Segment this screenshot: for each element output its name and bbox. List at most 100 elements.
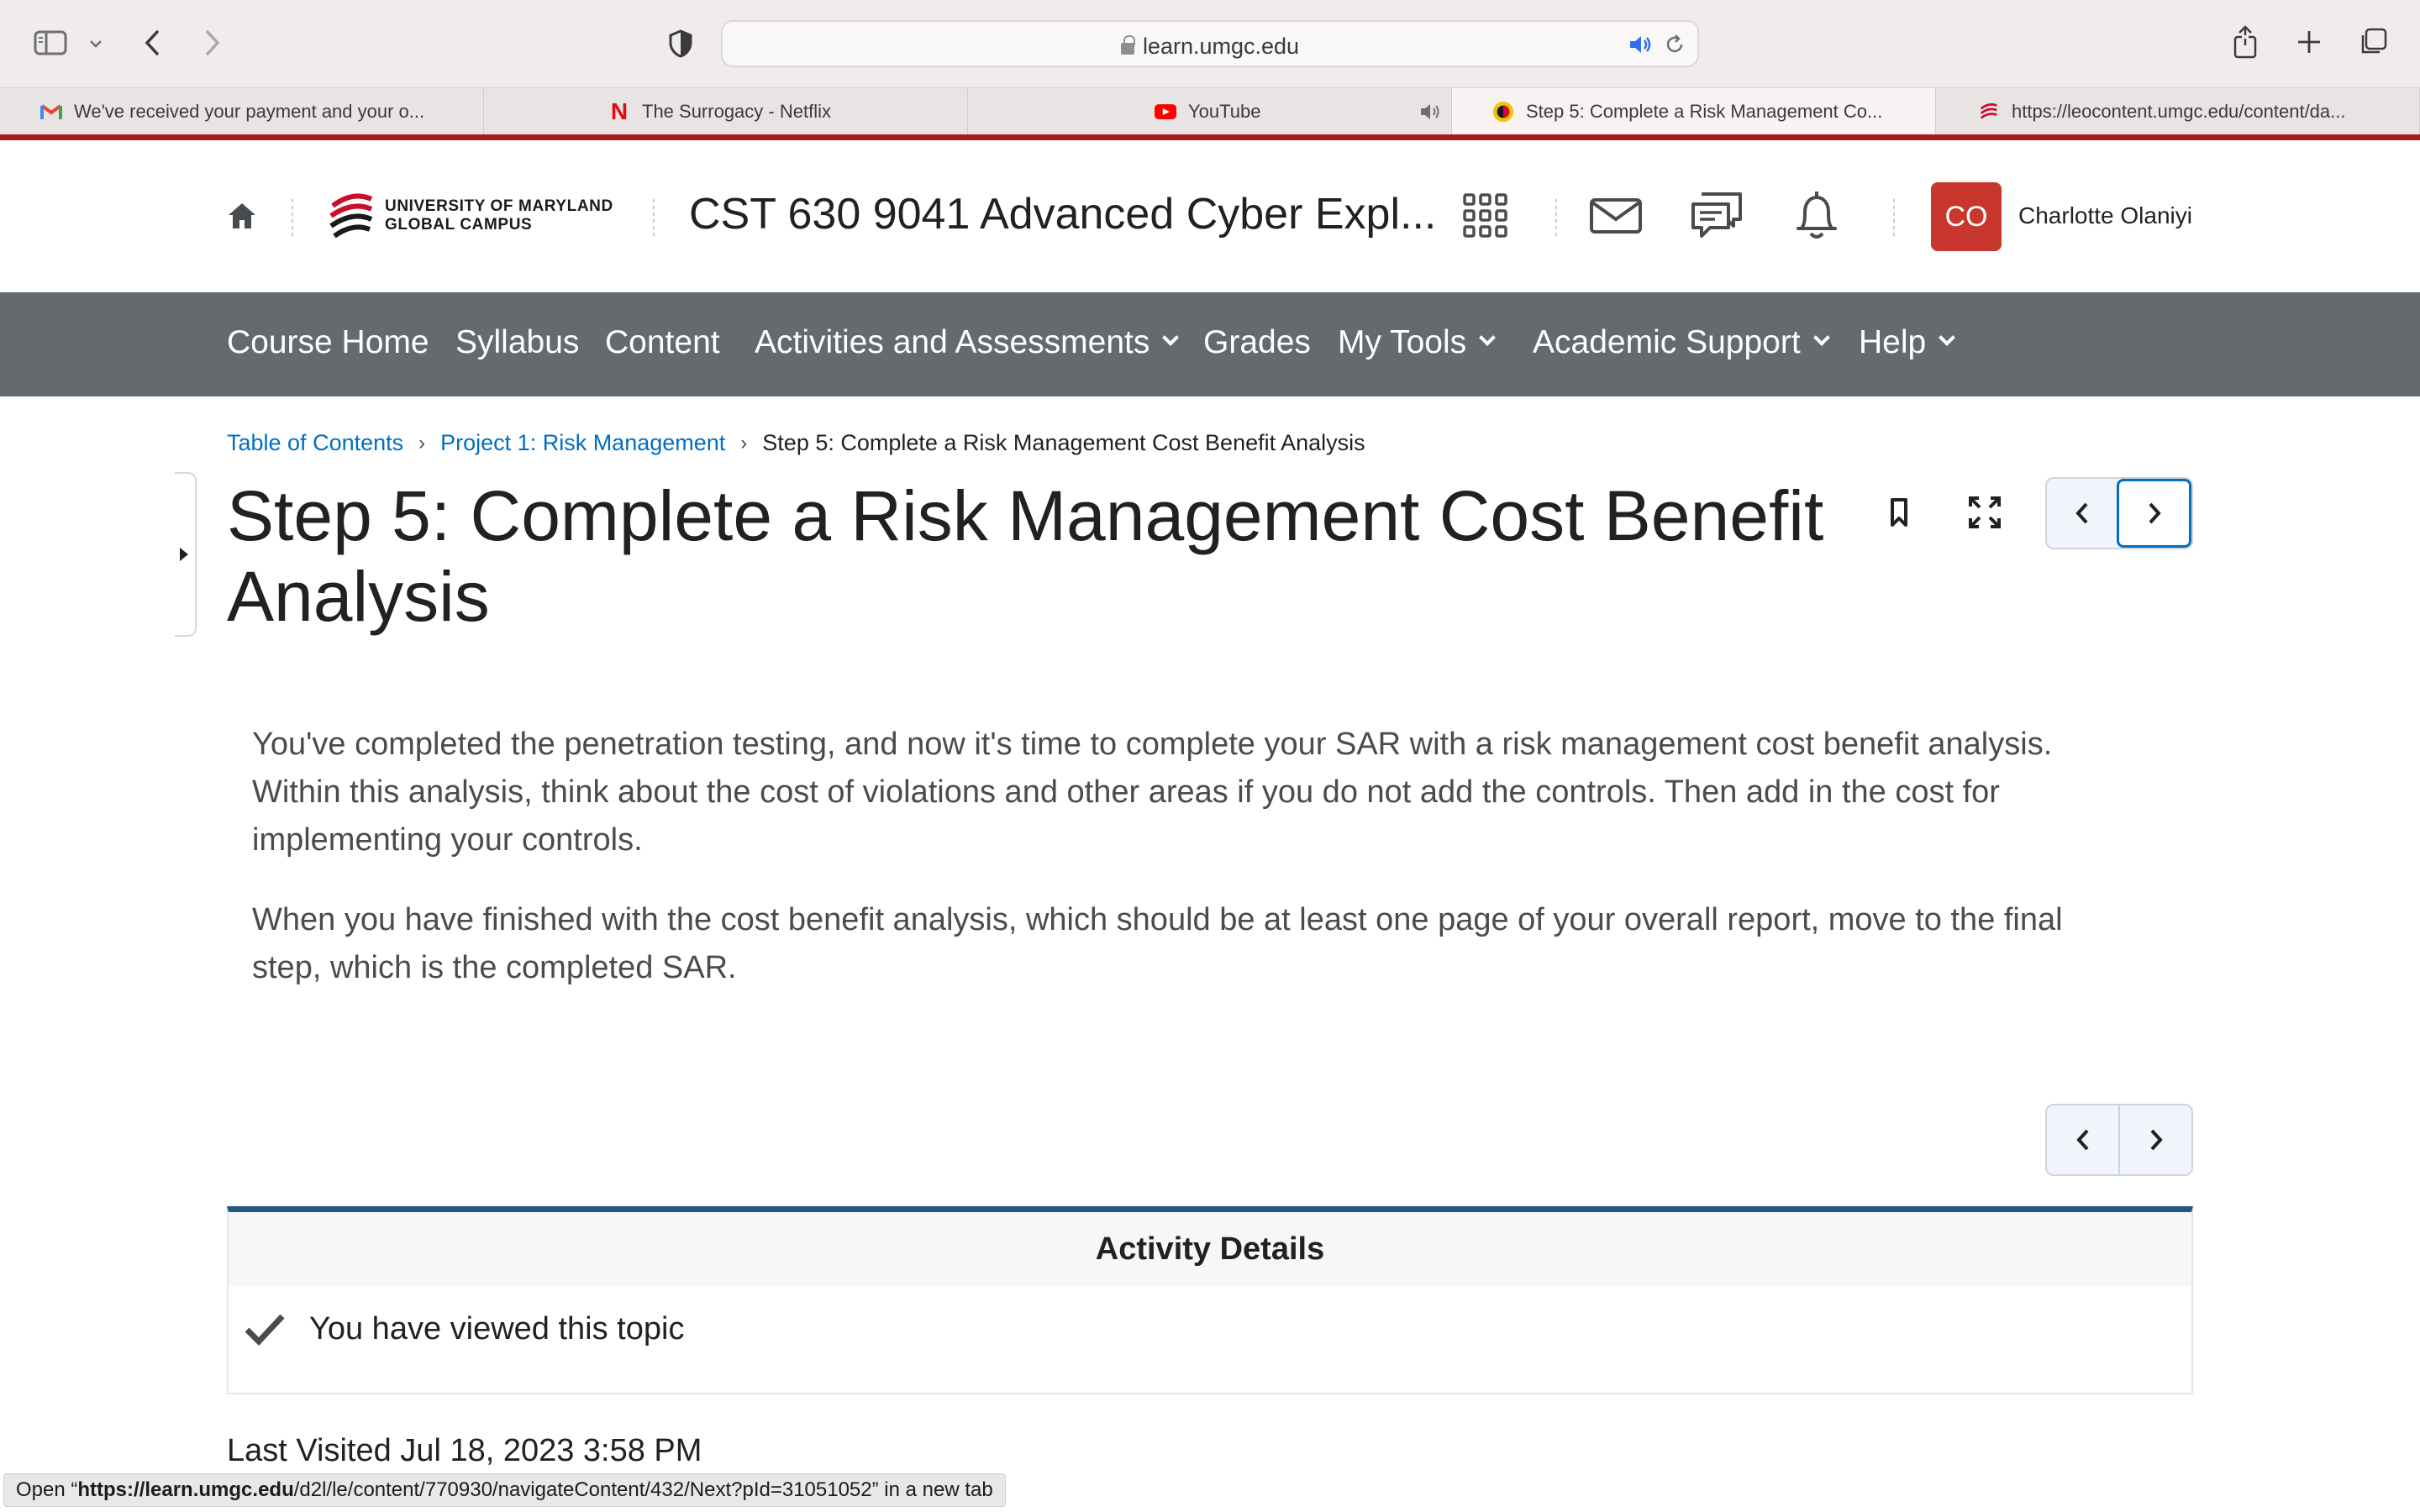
fullscreen-icon[interactable] — [1966, 494, 2003, 531]
tab-label: Step 5: Complete a Risk Management Co... — [1526, 101, 1883, 122]
tab-audio-icon[interactable] — [1418, 102, 1442, 127]
viewed-status: You have viewed this topic — [244, 1311, 684, 1347]
new-tab-icon[interactable] — [2294, 27, 2324, 57]
nav-label: My Tools — [1338, 324, 1467, 360]
tab-leocontent[interactable]: https://leocontent.umgc.edu/content/da..… — [1936, 88, 2420, 135]
topic-pager-top — [2045, 477, 2193, 549]
nav-syllabus[interactable]: Syllabus — [455, 324, 579, 361]
viewed-status-text: You have viewed this topic — [309, 1311, 685, 1347]
address-bar[interactable]: learn.umgc.edu — [721, 20, 1699, 67]
nav-course-home[interactable]: Course Home — [227, 324, 429, 361]
status-prefix: Open “ — [16, 1478, 78, 1501]
bookmark-icon[interactable] — [1882, 494, 1916, 531]
nav-label: Grades — [1203, 324, 1311, 360]
chevron-down-icon[interactable] — [86, 34, 106, 54]
nav-label: Academic Support — [1533, 324, 1801, 360]
status-suffix: in a new tab — [878, 1478, 993, 1501]
logo-line-2: GLOBAL CAMPUS — [385, 216, 533, 234]
topic-pager-bottom — [2045, 1104, 2193, 1176]
chevron-right-icon — [2149, 502, 2161, 524]
chat-icon[interactable] — [1689, 189, 1744, 243]
chevron-right-icon — [2150, 1129, 2163, 1151]
divider — [291, 197, 294, 238]
nav-label: Activities and Assessments — [755, 324, 1150, 360]
site-header: UNIVERSITY OF MARYLAND GLOBAL CAMPUS CST… — [0, 140, 2420, 292]
nav-academic-support[interactable]: Academic Support — [1533, 324, 1830, 361]
tab-overview-icon[interactable] — [2356, 25, 2390, 59]
nav-label: Content — [605, 324, 720, 360]
notification-bell-icon[interactable] — [1791, 187, 1842, 243]
course-selector-grid-icon[interactable] — [1460, 191, 1511, 241]
activity-details-heading: Activity Details — [229, 1212, 2191, 1286]
previous-topic-button[interactable] — [2047, 479, 2117, 548]
divider — [1892, 197, 1896, 238]
sidebar-toggle-icon[interactable] — [32, 29, 69, 57]
nav-my-tools[interactable]: My Tools — [1338, 324, 1497, 361]
course-navbar: Course Home Syllabus Content Activities … — [0, 292, 2420, 396]
course-title[interactable]: CST 630 9041 Advanced Cyber Expl... — [689, 189, 1436, 239]
mail-icon[interactable] — [1588, 194, 1644, 238]
breadcrumb: Table of Contents › Project 1: Risk Mana… — [227, 430, 1365, 456]
topic-body: You've completed the penetration testing… — [252, 721, 2126, 1024]
user-name[interactable]: Charlotte Olaniyi — [2018, 202, 2192, 229]
tab-label: We've received your payment and your o..… — [74, 101, 425, 122]
checkmark-icon — [245, 1314, 285, 1346]
nav-label: Course Home — [227, 324, 429, 360]
share-icon[interactable] — [2230, 24, 2260, 60]
forward-icon[interactable] — [198, 25, 227, 60]
umgc-logo-text[interactable]: UNIVERSITY OF MARYLAND GLOBAL CAMPUS — [385, 197, 613, 234]
nav-grades[interactable]: Grades — [1203, 324, 1311, 361]
breadcrumb-current: Step 5: Complete a Risk Management Cost … — [762, 430, 1365, 455]
next-topic-button[interactable] — [2117, 479, 2191, 548]
topic-paragraph: You've completed the penetration testing… — [252, 727, 2053, 858]
back-icon[interactable] — [138, 25, 166, 60]
next-topic-button[interactable] — [2118, 1105, 2191, 1174]
reload-icon[interactable] — [1662, 32, 1687, 57]
chevron-down-icon — [1812, 329, 1830, 346]
umgc-icon — [1492, 101, 1514, 123]
tab-youtube[interactable]: YouTube — [968, 88, 1452, 135]
toc-panel-toggle[interactable] — [175, 472, 197, 637]
nav-label: Syllabus — [455, 324, 580, 360]
address-url: learn.umgc.edu — [1142, 34, 1300, 59]
speaker-icon[interactable] — [1627, 32, 1654, 57]
breadcrumb-project-1[interactable]: Project 1: Risk Management — [440, 430, 725, 456]
youtube-icon — [1155, 101, 1176, 123]
tab-bar: We've received your payment and your o..… — [0, 87, 2420, 135]
page-title: Step 5: Complete a Risk Management Cost … — [227, 476, 1824, 636]
lock-icon — [1120, 35, 1135, 55]
link-status-bar: Open “https://learn.umgc.edu/d2l/le/cont… — [3, 1473, 1006, 1507]
breadcrumb-separator-icon: › — [418, 431, 426, 454]
activity-details: Activity Details You have viewed this to… — [227, 1206, 2193, 1394]
nav-label: Help — [1859, 324, 1927, 360]
logo-line-1: UNIVERSITY OF MARYLAND — [385, 197, 613, 215]
avatar[interactable]: CO — [1931, 182, 2002, 251]
tab-netflix[interactable]: N The Surrogacy - Netflix — [484, 88, 968, 135]
nav-content[interactable]: Content — [605, 324, 720, 361]
browser-toolbar: learn.umgc.edu — [0, 0, 2420, 87]
netflix-icon: N — [610, 98, 629, 124]
breadcrumb-table-of-contents[interactable]: Table of Contents — [227, 430, 403, 456]
chevron-down-icon — [1162, 329, 1180, 346]
tab-label: https://leocontent.umgc.edu/content/da..… — [2012, 101, 2346, 122]
umgc-icon — [1978, 101, 2000, 123]
breadcrumb-separator-icon: › — [740, 431, 748, 454]
home-icon[interactable] — [224, 197, 260, 234]
previous-topic-button[interactable] — [2047, 1105, 2118, 1174]
tab-step5[interactable]: Step 5: Complete a Risk Management Co... — [1452, 88, 1936, 135]
gmail-icon — [40, 101, 62, 123]
nav-help[interactable]: Help — [1859, 324, 1956, 361]
umgc-logo-icon[interactable] — [328, 191, 376, 241]
nav-activities-and-assessments[interactable]: Activities and Assessments — [755, 324, 1180, 361]
topic-paragraph: When you have finished with the cost ben… — [252, 902, 2063, 985]
status-path: /d2l/le/content/770930/navigateContent/4… — [293, 1478, 879, 1501]
tab-gmail[interactable]: We've received your payment and your o..… — [0, 88, 484, 135]
tab-label: The Surrogacy - Netflix — [642, 101, 831, 122]
chevron-down-icon — [1939, 329, 1956, 346]
privacy-shield-icon[interactable] — [666, 27, 696, 60]
tab-label: YouTube — [1188, 101, 1261, 122]
chevron-left-icon — [2075, 1129, 2088, 1151]
divider — [1555, 197, 1558, 238]
brand-stripe — [0, 134, 2420, 140]
last-visited: Last Visited Jul 18, 2023 3:58 PM — [227, 1433, 702, 1468]
